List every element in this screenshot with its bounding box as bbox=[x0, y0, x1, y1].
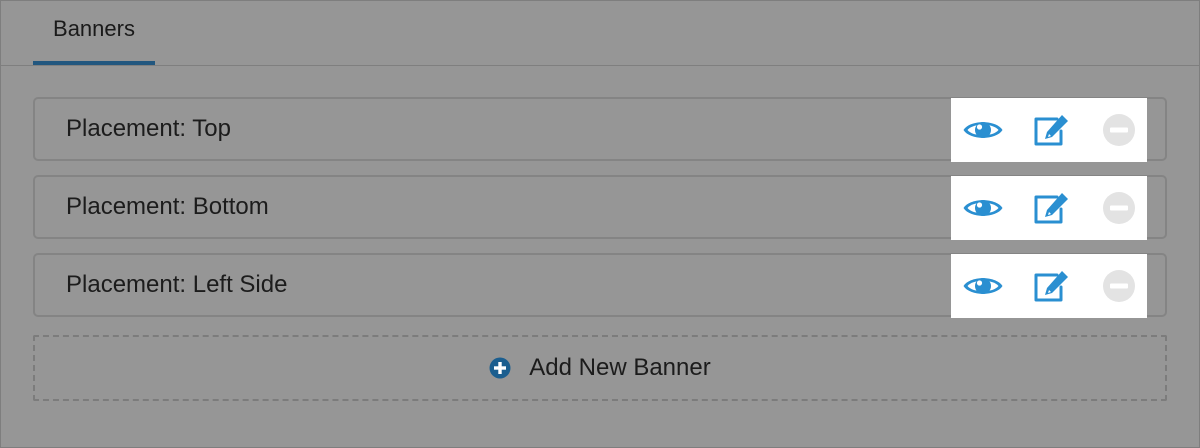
minus-circle-icon bbox=[1103, 114, 1135, 146]
eye-icon bbox=[963, 278, 1003, 294]
banner-row: Placement: Top bbox=[33, 97, 1167, 162]
edit-button[interactable] bbox=[1027, 254, 1075, 318]
tab-banners[interactable]: Banners bbox=[33, 1, 155, 65]
banner-row-label: Placement: Top bbox=[66, 115, 231, 142]
plus-circle-icon bbox=[489, 357, 511, 379]
view-button[interactable] bbox=[959, 176, 1007, 240]
tab-banners-label: Banners bbox=[53, 16, 135, 41]
view-button[interactable] bbox=[959, 98, 1007, 162]
minus-circle-icon bbox=[1103, 192, 1135, 224]
add-new-banner-button[interactable]: Add New Banner bbox=[33, 335, 1167, 401]
remove-button[interactable] bbox=[1095, 254, 1143, 318]
edit-button[interactable] bbox=[1027, 176, 1075, 240]
banners-panel: Banners Placement: Top Placement: Bottom… bbox=[0, 0, 1200, 448]
add-new-banner-content: Add New Banner bbox=[489, 354, 711, 382]
add-new-banner-label: Add New Banner bbox=[529, 354, 711, 381]
edit-icon bbox=[1034, 115, 1068, 146]
minus-circle-icon bbox=[1103, 270, 1135, 302]
edit-icon bbox=[1034, 271, 1068, 302]
edit-icon bbox=[1034, 193, 1068, 224]
banner-row-actions bbox=[951, 98, 1147, 162]
eye-icon bbox=[963, 122, 1003, 138]
banner-row: Placement: Bottom bbox=[33, 175, 1167, 240]
banner-row-label: Placement: Left Side bbox=[66, 271, 288, 298]
banner-row-label: Placement: Bottom bbox=[66, 193, 269, 220]
banner-row-actions bbox=[951, 176, 1147, 240]
remove-button[interactable] bbox=[1095, 176, 1143, 240]
view-button[interactable] bbox=[959, 254, 1007, 318]
tab-bar: Banners bbox=[1, 1, 1199, 66]
banner-row: Placement: Left Side bbox=[33, 253, 1167, 318]
banner-row-actions bbox=[951, 254, 1147, 318]
edit-button[interactable] bbox=[1027, 98, 1075, 162]
remove-button[interactable] bbox=[1095, 98, 1143, 162]
eye-icon bbox=[963, 200, 1003, 216]
